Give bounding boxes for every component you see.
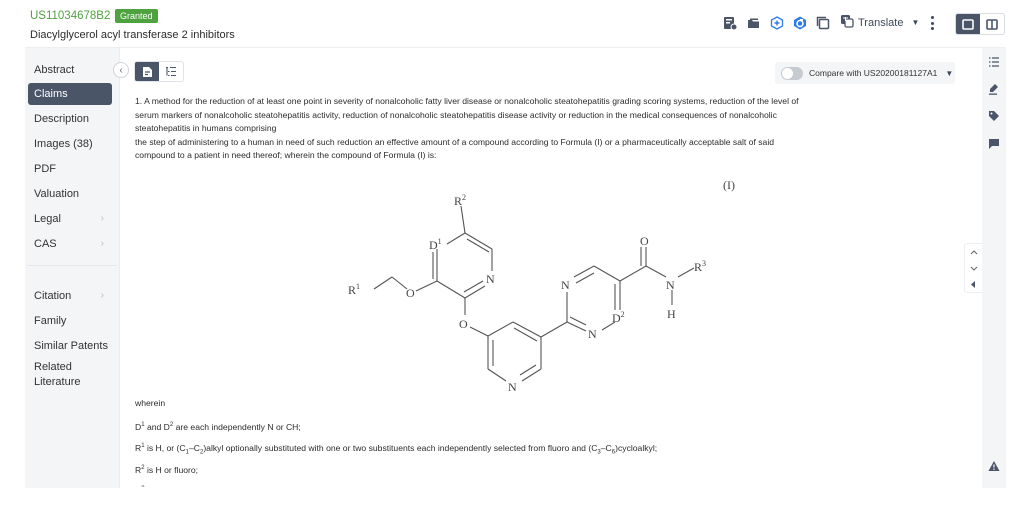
sidebar-item-abstract[interactable]: Abstract	[28, 59, 112, 81]
right-tool-rail	[982, 48, 1006, 488]
outline-list-icon[interactable]	[987, 55, 1001, 69]
match-navigator	[964, 243, 982, 293]
chevron-right-icon: ›	[100, 213, 104, 224]
publication-number[interactable]: US11034678B2	[30, 10, 110, 22]
sidebar-divider	[27, 265, 117, 266]
claim-line: steatohepatitis in humans comprising	[135, 123, 277, 133]
atom-o: O	[406, 286, 415, 300]
translate-dropdown[interactable]: Translate ▼	[840, 14, 919, 31]
split-pane-icon	[986, 18, 998, 30]
outline-view-button[interactable]	[159, 62, 183, 81]
tag-icon[interactable]	[987, 109, 1001, 123]
atom-h: H	[667, 307, 676, 321]
warning-icon[interactable]	[987, 459, 1001, 473]
translate-label: Translate	[858, 16, 904, 29]
more-options-icon[interactable]	[928, 14, 936, 32]
definition-r2: R2 is H or fluoro;	[135, 464, 199, 475]
atom-d2: D2	[612, 310, 625, 325]
chevron-right-icon: ›	[100, 238, 104, 249]
document-icon	[142, 66, 152, 77]
add-circle-icon[interactable]	[769, 15, 785, 31]
translate-icon	[840, 14, 854, 31]
caret-down-icon[interactable]: ▼	[945, 69, 953, 78]
sidebar-item-similar-patents[interactable]: Similar Patents	[28, 335, 112, 357]
outline-list-icon	[166, 66, 176, 77]
sidebar-item-related-literature[interactable]: Related Literature	[28, 356, 108, 390]
pdf-download-icon[interactable]	[722, 15, 738, 31]
atom-r2: R2	[454, 193, 466, 208]
atom-o: O	[459, 317, 468, 331]
sidebar-item-claims[interactable]: Claims	[28, 83, 112, 105]
claim-line: the step of administering to a human in …	[135, 136, 775, 147]
status-badge: Granted	[115, 9, 158, 23]
caret-down-icon: ▼	[911, 18, 920, 27]
atom-n: N	[666, 278, 675, 292]
single-pane-icon	[962, 18, 974, 30]
atom-d1: D1	[429, 237, 442, 252]
folder-icon[interactable]	[746, 15, 762, 31]
compare-label: Compare with US20200181127A1	[809, 68, 938, 78]
compare-switch[interactable]	[781, 66, 803, 80]
sidebar-item-cas[interactable]: CAS ›	[28, 233, 112, 255]
atom-r1: R1	[348, 282, 360, 297]
comment-icon[interactable]	[987, 137, 1001, 151]
compare-toggle[interactable]: Compare with US20200181127A1 ▼	[775, 62, 955, 84]
atom-n: N	[486, 272, 495, 286]
sidebar-item-legal[interactable]: Legal ›	[28, 208, 112, 230]
claim-line: 1. A method for the reduction of at leas…	[135, 96, 799, 106]
copy-icon[interactable]	[815, 15, 831, 31]
sidebar-item-family[interactable]: Family	[28, 310, 112, 332]
definition-wherein: wherein	[135, 398, 166, 408]
atom-n: N	[508, 380, 517, 394]
structure-atom-labels: R1 O D1 R2 N O N N N D2 O N H R3	[348, 193, 706, 394]
document-view-button[interactable]	[135, 62, 159, 81]
collapse-left-icon[interactable]	[965, 276, 982, 292]
chevron-down-icon[interactable]	[965, 260, 982, 276]
section-sidebar: Abstract Claims Description Images (38) …	[25, 48, 120, 488]
atom-n: N	[588, 327, 597, 341]
definition-r1: R1 is H, or (C1–C2)alkyl optionally subs…	[135, 442, 658, 456]
sidebar-item-description[interactable]: Description	[28, 108, 112, 130]
sidebar-item-pdf[interactable]: PDF	[28, 158, 112, 180]
claim-line: compound to a patient in need thereof; w…	[135, 150, 437, 160]
chevron-up-icon[interactable]	[965, 244, 982, 260]
atom-n: N	[561, 278, 570, 292]
atom-r3: R3	[694, 259, 706, 274]
claim-line: serum markers of nonalcoholic steatohepa…	[135, 109, 777, 120]
sidebar-item-citation[interactable]: Citation ›	[28, 285, 112, 307]
patent-header: US11034678B2 Granted Diacylglycerol acyl…	[0, 0, 1024, 48]
brand-g-icon[interactable]	[792, 15, 808, 31]
view-mode-toggle	[955, 13, 1005, 35]
sidebar-item-images[interactable]: Images (38)	[28, 133, 112, 155]
claim-text: 1. A method for the reduction of at leas…	[135, 95, 965, 163]
patent-title: Diacylglycerol acyl transferase 2 inhibi…	[30, 29, 235, 41]
content-mode-switch	[134, 61, 184, 82]
definition-d: D1 and D2 are each independently N or CH…	[135, 421, 301, 432]
split-pane-view-button[interactable]	[980, 14, 1004, 34]
header-divider	[25, 47, 1005, 48]
atom-o: O	[640, 234, 649, 248]
structure-bonds	[373, 205, 695, 382]
chevron-right-icon: ›	[100, 290, 104, 301]
sidebar-item-valuation[interactable]: Valuation	[28, 183, 112, 205]
highlight-pen-icon[interactable]	[987, 82, 1001, 96]
collapse-sidebar-button[interactable]: ‹	[113, 62, 129, 78]
chemical-structure-formula-i: R1 O D1 R2 N O N N N D2 O N H R3	[348, 193, 706, 394]
viewport-bottom	[120, 487, 982, 515]
single-pane-view-button[interactable]	[956, 14, 980, 34]
